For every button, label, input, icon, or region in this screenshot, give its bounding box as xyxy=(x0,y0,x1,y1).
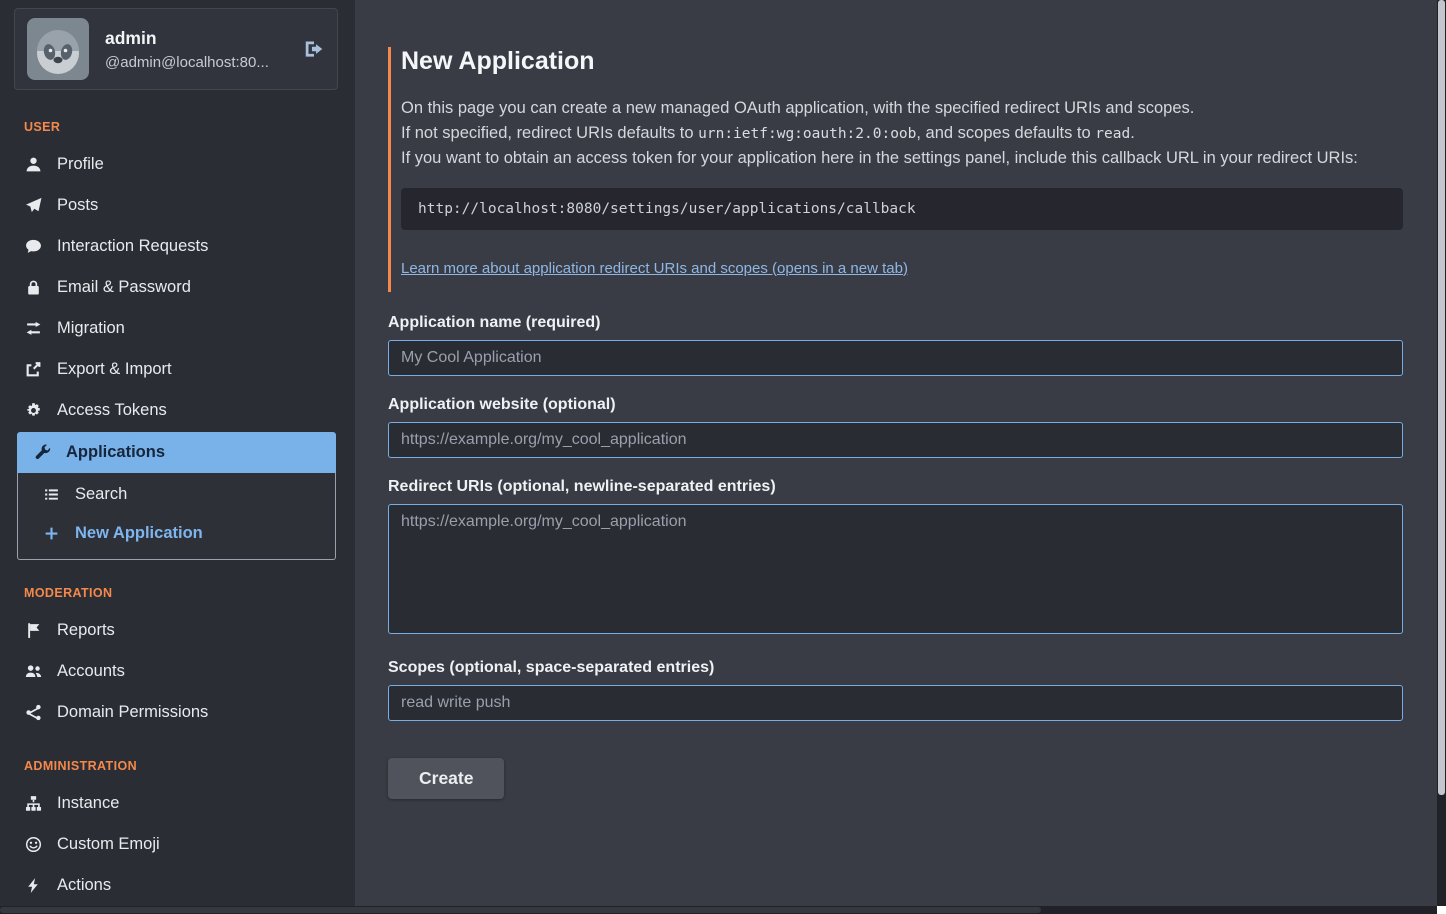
horizontal-scrollbar-track[interactable] xyxy=(0,906,1446,914)
sidebar-item-posts[interactable]: Posts xyxy=(0,185,355,226)
sidebar-group-applications: Applications Search New Application xyxy=(17,432,336,560)
scopes-label: Scopes (optional, space-separated entrie… xyxy=(388,659,1403,677)
user-name: admin xyxy=(105,28,269,49)
bolt-icon xyxy=(24,877,42,894)
sidebar-item-label: Custom Emoji xyxy=(57,835,160,854)
scrollbar-corner xyxy=(1437,906,1446,914)
exchange-arrows-icon xyxy=(24,320,42,337)
intro-block: New Application On this page you can cre… xyxy=(388,47,1403,292)
gear-icon xyxy=(24,402,42,419)
redirect-uris-label: Redirect URIs (optional, newline-separat… xyxy=(388,478,1403,496)
export-icon xyxy=(24,361,42,378)
sidebar-item-label: Actions xyxy=(57,876,111,895)
sidebar-item-label: Reports xyxy=(57,621,115,640)
applications-submenu: Search New Application xyxy=(17,473,336,560)
intro-line-1: On this page you can create a new manage… xyxy=(401,96,1403,121)
sidebar-item-reports[interactable]: Reports xyxy=(0,610,355,651)
section-heading-user: USER xyxy=(0,94,355,144)
main-content: New Application On this page you can cre… xyxy=(355,0,1446,914)
section-heading-administration: ADMINISTRATION xyxy=(0,733,355,783)
application-website-input[interactable] xyxy=(388,422,1403,458)
sidebar-item-label: New Application xyxy=(75,524,203,543)
create-button[interactable]: Create xyxy=(388,758,504,799)
vertical-scrollbar-thumb[interactable] xyxy=(1438,0,1445,795)
sidebar-item-label: Search xyxy=(75,485,127,504)
lock-icon xyxy=(24,279,42,296)
user-icon xyxy=(24,156,42,173)
sidebar-item-domain-permissions[interactable]: Domain Permissions xyxy=(0,692,355,733)
scopes-input[interactable] xyxy=(388,685,1403,721)
sidebar-item-label: Accounts xyxy=(57,662,125,681)
flag-icon xyxy=(24,622,42,639)
sidebar-item-custom-emoji[interactable]: Custom Emoji xyxy=(0,824,355,865)
sidebar-item-new-application[interactable]: New Application xyxy=(18,514,335,553)
intro-line-2: If not specified, redirect URIs defaults… xyxy=(401,121,1403,147)
intro-text: On this page you can create a new manage… xyxy=(401,96,1403,171)
sidebar-item-label: Profile xyxy=(57,155,104,174)
sidebar-item-instance[interactable]: Instance xyxy=(0,783,355,824)
redirect-uris-textarea[interactable] xyxy=(388,504,1403,634)
intro-line-3: If you want to obtain an access token fo… xyxy=(401,146,1403,171)
sidebar-item-label: Email & Password xyxy=(57,278,191,297)
sidebar-item-label: Applications xyxy=(66,443,165,462)
sitemap-icon xyxy=(24,795,42,812)
sidebar-item-access-tokens[interactable]: Access Tokens xyxy=(0,390,355,431)
user-card: admin @admin@localhost:80... xyxy=(14,8,338,90)
sidebar-item-migration[interactable]: Migration xyxy=(0,308,355,349)
horizontal-scrollbar-thumb[interactable] xyxy=(0,907,1041,913)
page-title: New Application xyxy=(401,47,1403,76)
field-application-website: Application website (optional) xyxy=(388,396,1403,458)
field-redirect-uris: Redirect URIs (optional, newline-separat… xyxy=(388,478,1403,639)
application-name-label: Application name (required) xyxy=(388,314,1403,332)
sidebar-item-label: Instance xyxy=(57,794,119,813)
sidebar-item-label: Export & Import xyxy=(57,360,172,379)
sidebar-item-export-import[interactable]: Export & Import xyxy=(0,349,355,390)
inline-code-oob: urn:ietf:wg:oauth:2.0:oob xyxy=(698,126,916,142)
sidebar-item-actions[interactable]: Actions xyxy=(0,865,355,906)
wrench-icon xyxy=(33,444,51,461)
sidebar-item-label: Migration xyxy=(57,319,125,338)
app-layout: admin @admin@localhost:80... USER Profil… xyxy=(0,0,1446,914)
logout-icon[interactable] xyxy=(303,38,325,60)
sidebar-item-profile[interactable]: Profile xyxy=(0,144,355,185)
smiley-icon xyxy=(24,836,42,853)
paper-plane-icon xyxy=(24,197,42,214)
sidebar-item-accounts[interactable]: Accounts xyxy=(0,651,355,692)
settings-sidebar: admin @admin@localhost:80... USER Profil… xyxy=(0,0,355,914)
sidebar-item-applications[interactable]: Applications xyxy=(17,432,336,473)
user-meta: admin @admin@localhost:80... xyxy=(105,28,269,71)
plus-icon xyxy=(42,525,60,542)
callback-url-code-block: http://localhost:8080/settings/user/appl… xyxy=(401,188,1403,230)
avatar xyxy=(27,18,89,80)
inline-code-read: read xyxy=(1095,126,1130,142)
sidebar-item-label: Posts xyxy=(57,196,98,215)
application-website-label: Application website (optional) xyxy=(388,396,1403,414)
sidebar-item-interaction-requests[interactable]: Interaction Requests xyxy=(0,226,355,267)
sidebar-item-label: Access Tokens xyxy=(57,401,167,420)
share-nodes-icon xyxy=(24,704,42,721)
field-application-name: Application name (required) xyxy=(388,314,1403,376)
learn-more-link[interactable]: Learn more about application redirect UR… xyxy=(401,260,908,277)
application-name-input[interactable] xyxy=(388,340,1403,376)
vertical-scrollbar-track[interactable] xyxy=(1437,0,1446,914)
comment-icon xyxy=(24,238,42,255)
sidebar-item-applications-search[interactable]: Search xyxy=(18,475,335,514)
user-handle: @admin@localhost:80... xyxy=(105,54,269,71)
list-icon xyxy=(42,486,60,503)
sidebar-item-label: Domain Permissions xyxy=(57,703,208,722)
section-heading-moderation: MODERATION xyxy=(0,560,355,610)
sidebar-item-email-password[interactable]: Email & Password xyxy=(0,267,355,308)
sidebar-item-label: Interaction Requests xyxy=(57,237,208,256)
new-application-form: Application name (required) Application … xyxy=(388,314,1403,799)
users-icon xyxy=(24,663,42,680)
field-scopes: Scopes (optional, space-separated entrie… xyxy=(388,659,1403,721)
